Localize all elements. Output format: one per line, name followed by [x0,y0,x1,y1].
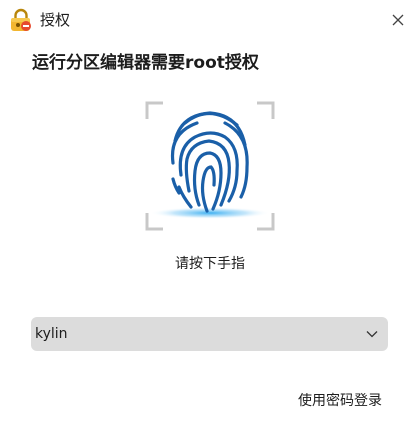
fingerprint-hint: 请按下手指 [175,256,245,272]
window-title: 授权 [40,11,71,29]
title-bar: 授权 [0,0,420,40]
fingerprint-icon [145,101,275,231]
chevron-down-icon [366,331,378,338]
lock-icon [11,8,31,31]
password-login-link[interactable]: 使用密码登录 [298,391,382,411]
fingerprint-area [145,101,275,231]
close-button[interactable] [386,8,410,32]
close-icon [392,14,404,26]
user-select-value: kylin [35,326,68,342]
page-heading: 运行分区编辑器需要root授权 [32,53,259,73]
user-select[interactable]: kylin [31,317,388,351]
